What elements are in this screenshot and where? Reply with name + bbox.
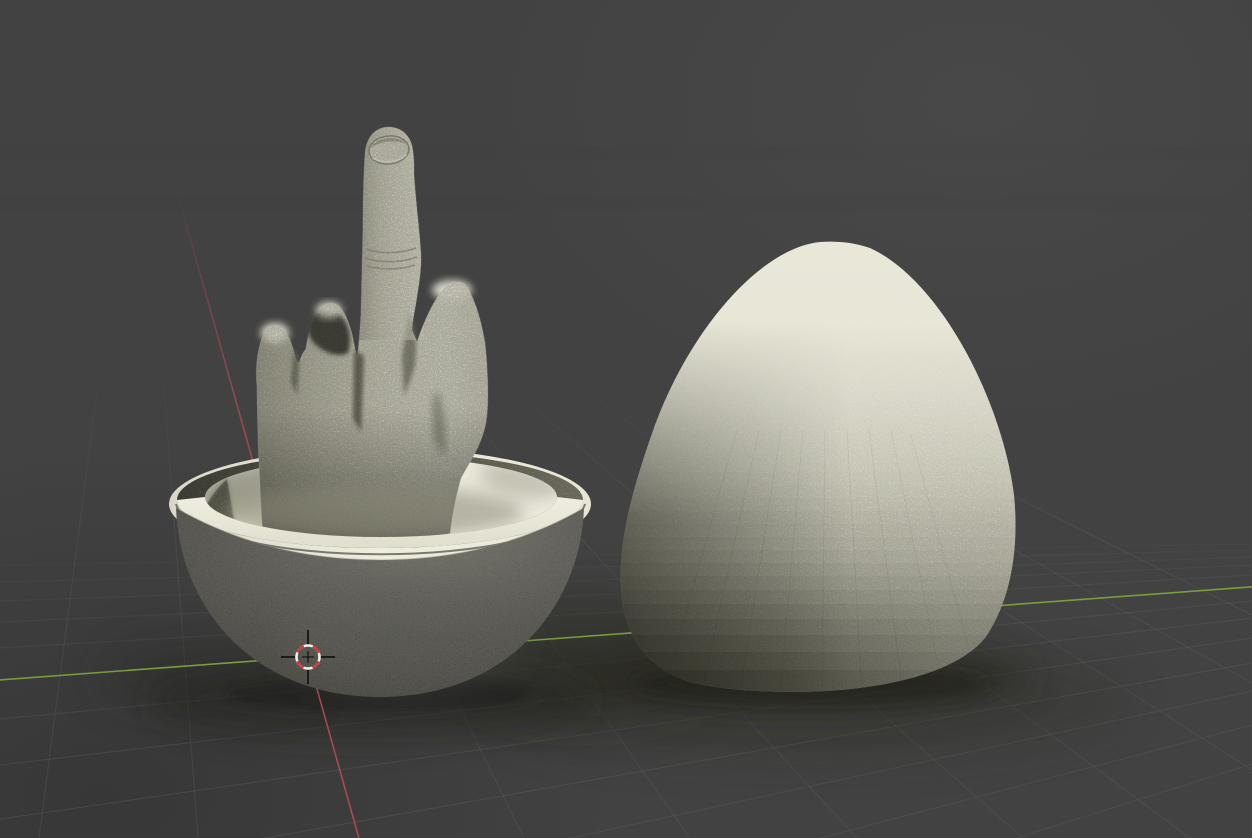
- far-grid-band: [0, 196, 1252, 211]
- far-grid-band: [0, 146, 1252, 159]
- viewport[interactable]: [0, 0, 1252, 838]
